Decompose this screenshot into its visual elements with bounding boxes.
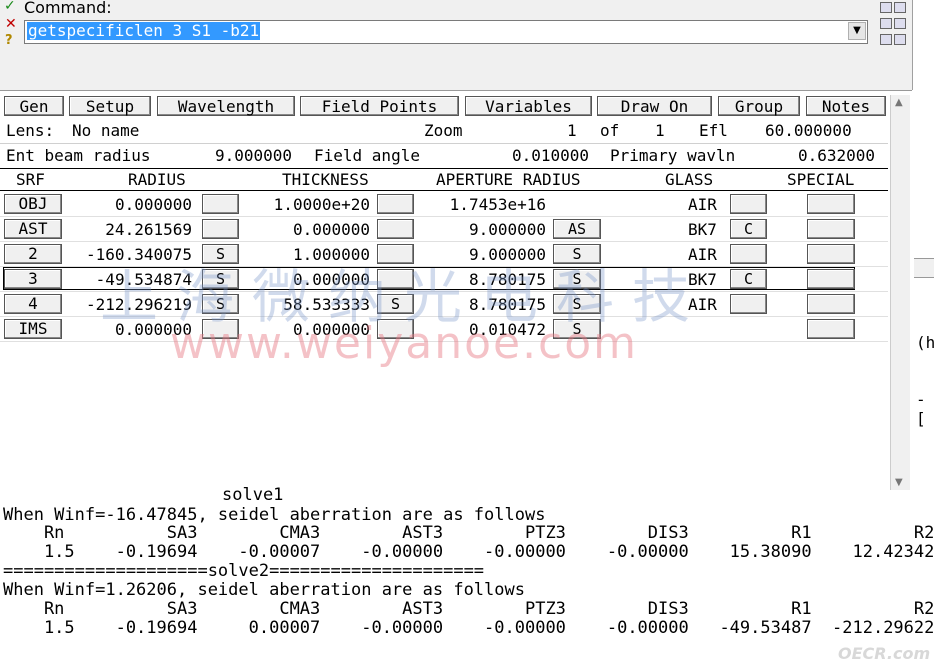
tab-notes[interactable]: Notes	[806, 96, 886, 116]
console-vals-1: 1.5 -0.19694 -0.00007 -0.00000 -0.00000 …	[3, 542, 934, 562]
command-bar: ✓ ✕ ? Command: getspecificlen 3 S1 -b21 …	[0, 0, 913, 90]
header-radius: RADIUS	[128, 170, 186, 189]
thickness-value[interactable]: 1.0000e+20	[244, 195, 370, 214]
header-thickness: THICKNESS	[282, 170, 369, 189]
special-button[interactable]	[807, 194, 855, 214]
thickness-value[interactable]: 0.000000	[244, 220, 370, 239]
row-divider	[0, 216, 888, 217]
tab-group[interactable]: Group	[718, 96, 800, 116]
glass-option-button[interactable]: C	[730, 219, 767, 239]
help-icon[interactable]: ?	[5, 33, 13, 48]
print-icon[interactable]	[894, 34, 906, 45]
chart-icon[interactable]	[880, 34, 892, 45]
background-text-b: -[	[916, 390, 926, 428]
thickness-solve-button[interactable]	[377, 194, 414, 214]
background-text-h: (h	[916, 333, 934, 352]
grid-icon[interactable]	[880, 18, 892, 29]
glass-option-button[interactable]	[730, 194, 767, 214]
aperture-solve-button[interactable]: AS	[553, 219, 601, 239]
field-angle-value[interactable]: 0.010000	[512, 146, 589, 165]
thickness-solve-button[interactable]	[377, 219, 414, 239]
surface-number-button[interactable]: 2	[4, 244, 62, 264]
vertical-scrollbar[interactable]: ▲ ▼	[890, 95, 910, 490]
tab-field-points[interactable]: Field Points	[300, 96, 459, 116]
wavln-value: 0.632000	[798, 146, 876, 165]
header-glass: GLASS	[665, 170, 714, 189]
table-icon[interactable]	[894, 18, 906, 29]
console-partial-line: solve1	[222, 485, 284, 505]
chevron-down-icon[interactable]: ▼	[848, 22, 866, 40]
check-icon[interactable]: ✓	[4, 0, 16, 14]
header-special: SPECIAL	[787, 170, 855, 189]
command-label: Command:	[24, 0, 112, 17]
command-text[interactable]: getspecificlen 3 S1 -b21	[27, 22, 261, 40]
tab-gen[interactable]: Gen	[4, 96, 64, 116]
glass-option-button[interactable]	[730, 294, 767, 314]
tab-wavelength[interactable]: Wavelength	[157, 96, 295, 116]
close-icon[interactable]: ✕	[5, 16, 17, 32]
of-label: of	[600, 121, 620, 140]
window-icon[interactable]	[880, 2, 892, 13]
surface-number-button[interactable]: IMS	[4, 319, 62, 339]
toolbar-icons	[878, 0, 908, 50]
ent-beam-value[interactable]: 9.000000	[215, 146, 292, 165]
ent-beam-label: Ent beam radius	[6, 146, 151, 165]
scroll-down-icon[interactable]: ▼	[895, 477, 903, 488]
console-vals-2: 1.5 -0.19694 0.00007 -0.00000 -0.00000 -…	[3, 618, 934, 638]
lens-name[interactable]: No name	[72, 121, 139, 140]
header-srf: SRF	[16, 170, 45, 189]
lens-label: Lens:	[6, 121, 55, 140]
radius-value[interactable]: 0.000000	[66, 195, 192, 214]
glass-option-button[interactable]: C	[730, 269, 767, 289]
zoom-label: Zoom	[424, 121, 463, 140]
glass-option-button[interactable]	[730, 244, 767, 264]
console-line-2: When Winf=1.26206, seidel aberration are…	[3, 580, 525, 600]
background-window: (h -[	[914, 0, 934, 495]
special-button[interactable]	[807, 269, 855, 289]
background-window-bar	[914, 258, 934, 278]
console-separator: ====================solve2==============…	[3, 561, 485, 581]
zoom-value[interactable]: 1	[567, 121, 577, 140]
tab-setup[interactable]: Setup	[69, 96, 151, 116]
row-divider	[0, 241, 888, 242]
scroll-up-icon[interactable]: ▲	[895, 97, 903, 108]
efl-label: Efl	[699, 121, 728, 140]
console-cols-2: Rn SA3 CMA3 AST3 PTZ3 DIS3 R1 R2	[3, 599, 934, 619]
command-input[interactable]: getspecificlen 3 S1 -b21 ▼	[24, 20, 868, 44]
radius-solve-button[interactable]	[202, 194, 239, 214]
list-icon[interactable]	[894, 2, 906, 13]
radius-solve-button[interactable]	[202, 219, 239, 239]
console-cols-1: Rn SA3 CMA3 AST3 PTZ3 DIS3 R1 R2	[3, 523, 934, 543]
efl-value: 60.000000	[765, 121, 852, 140]
aperture-value[interactable]: 9.000000	[416, 220, 546, 239]
special-button[interactable]	[807, 319, 855, 339]
special-button[interactable]	[807, 244, 855, 264]
radius-value[interactable]: 24.261569	[66, 220, 192, 239]
special-button[interactable]	[807, 219, 855, 239]
special-button[interactable]	[807, 294, 855, 314]
surface-number-button[interactable]: AST	[4, 219, 62, 239]
glass-value[interactable]: BK7	[688, 220, 717, 239]
aperture-value[interactable]: 1.7453e+16	[416, 195, 546, 214]
zoom-total: 1	[655, 121, 665, 140]
tab-draw-on[interactable]: Draw On	[597, 96, 712, 116]
footer-watermark: OECR.com	[838, 644, 931, 663]
header-aperture: APERTURE RADIUS	[436, 170, 581, 189]
wavln-label: Primary wavln	[610, 146, 736, 165]
tab-variables[interactable]: Variables	[465, 96, 592, 116]
field-angle-label: Field angle	[314, 146, 420, 165]
watermark-url: www.weiyanoe.com	[170, 318, 639, 369]
surface-number-button[interactable]: 4	[4, 294, 62, 314]
surface-number-button[interactable]: OBJ	[4, 194, 62, 214]
output-console: solve1 When Winf=-16.47845, seidel aberr…	[0, 486, 934, 668]
surface-number-button[interactable]: 3	[4, 269, 62, 289]
glass-value[interactable]: AIR	[688, 195, 717, 214]
